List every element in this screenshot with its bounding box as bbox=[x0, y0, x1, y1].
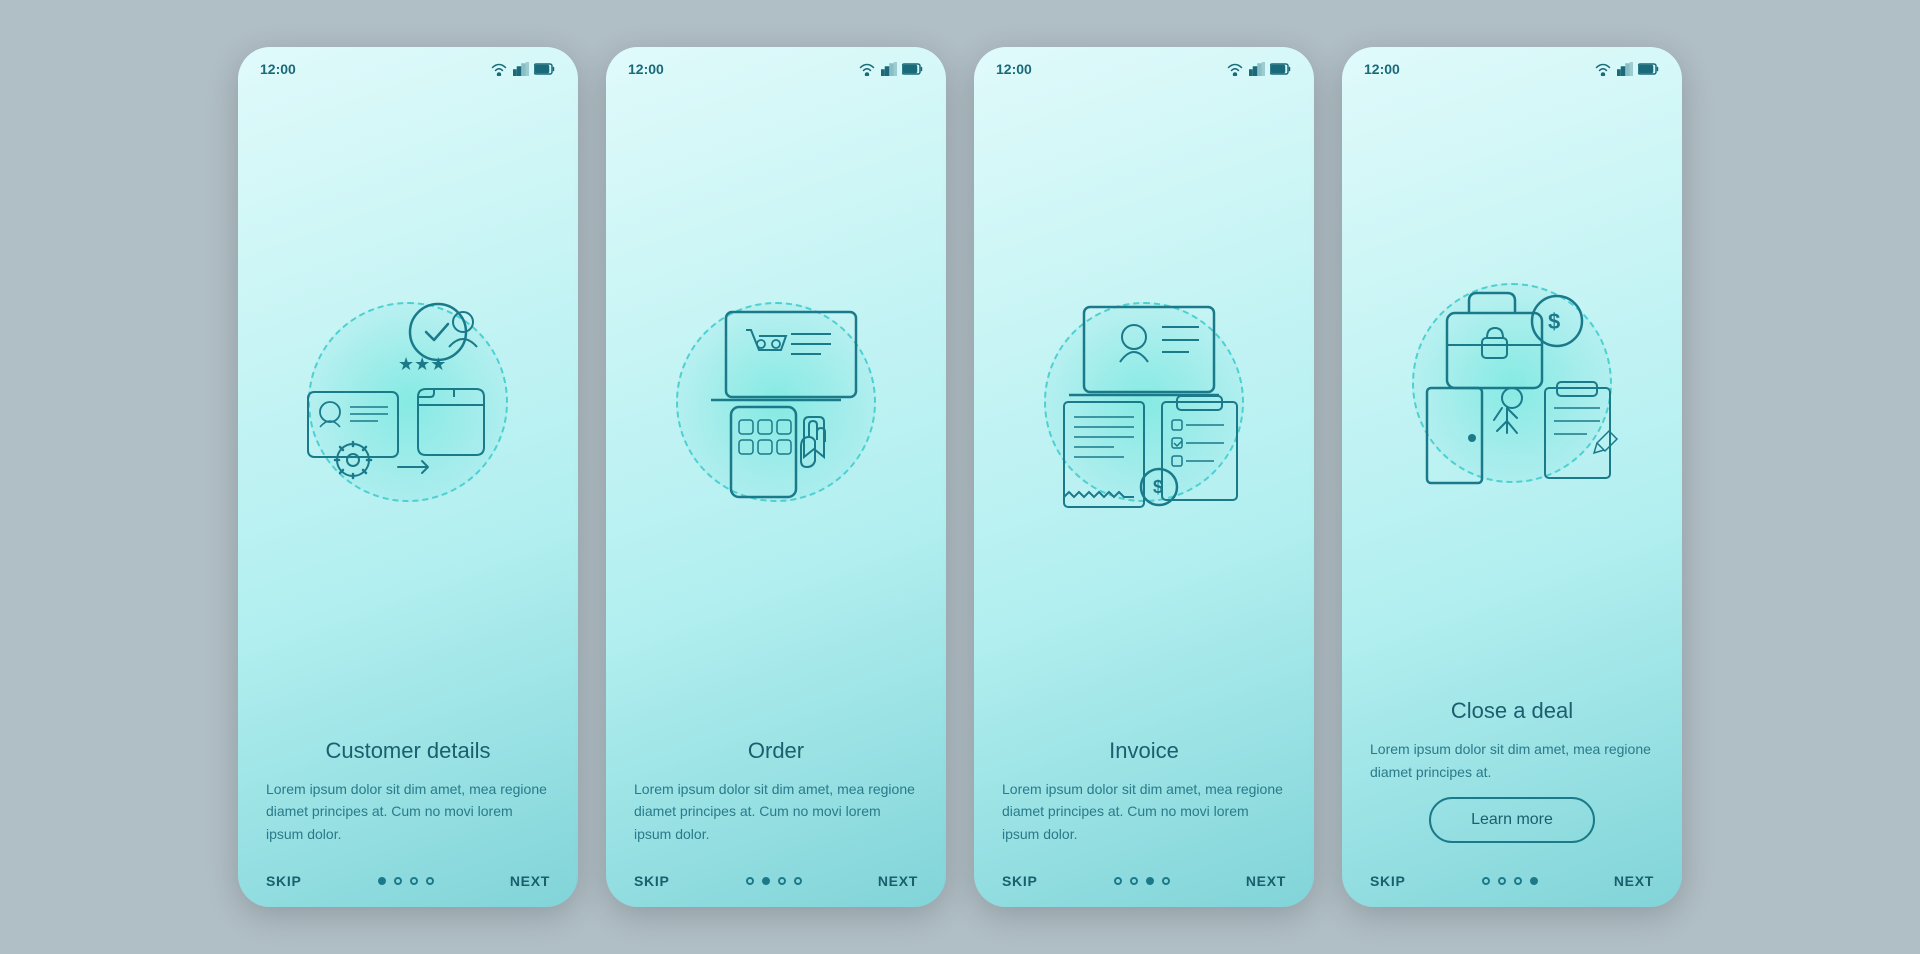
status-icons-4 bbox=[1594, 62, 1660, 76]
screen-title-3: Invoice bbox=[1002, 738, 1286, 764]
dot-2-4 bbox=[794, 877, 802, 885]
screen-close-deal: 12:00 bbox=[1342, 47, 1682, 907]
customer-details-illustration: ★★★ bbox=[278, 292, 538, 512]
signal-icon-2 bbox=[881, 62, 897, 76]
status-icons-3 bbox=[1226, 62, 1292, 76]
wifi-icon-2 bbox=[858, 62, 876, 76]
invoice-illustration: $ bbox=[1014, 292, 1274, 512]
nav-dots-1 bbox=[378, 877, 434, 885]
screen-title-2: Order bbox=[634, 738, 918, 764]
next-button-2[interactable]: NEXT bbox=[878, 873, 918, 889]
wifi-icon-3 bbox=[1226, 62, 1244, 76]
dot-1-3 bbox=[410, 877, 418, 885]
wifi-icon-4 bbox=[1594, 62, 1612, 76]
dot-4-3 bbox=[1514, 877, 1522, 885]
dot-3-3 bbox=[1146, 877, 1154, 885]
nav-bar-1: SKIP NEXT bbox=[238, 859, 578, 907]
order-illustration bbox=[646, 292, 906, 512]
skip-button-3[interactable]: SKIP bbox=[1002, 873, 1037, 889]
skip-button-4[interactable]: SKIP bbox=[1370, 873, 1405, 889]
illustration-3: $ bbox=[974, 83, 1314, 722]
dot-3-2 bbox=[1130, 877, 1138, 885]
screen-title-4: Close a deal bbox=[1370, 698, 1654, 724]
signal-icon-4 bbox=[1617, 62, 1633, 76]
wifi-icon bbox=[490, 62, 508, 76]
next-button-4[interactable]: NEXT bbox=[1614, 873, 1654, 889]
dot-1-2 bbox=[394, 877, 402, 885]
time-4: 12:00 bbox=[1364, 61, 1400, 77]
time-2: 12:00 bbox=[628, 61, 664, 77]
dot-2-3 bbox=[778, 877, 786, 885]
illustration-4: $ bbox=[1342, 83, 1682, 682]
battery-icon-4 bbox=[1638, 63, 1660, 75]
content-1: Customer details Lorem ipsum dolor sit d… bbox=[238, 722, 578, 859]
dot-3-1 bbox=[1114, 877, 1122, 885]
next-button-1[interactable]: NEXT bbox=[510, 873, 550, 889]
svg-text:★★★: ★★★ bbox=[398, 354, 446, 374]
screen-title-1: Customer details bbox=[266, 738, 550, 764]
status-icons-2 bbox=[858, 62, 924, 76]
dot-2-2 bbox=[762, 877, 770, 885]
nav-bar-2: SKIP NEXT bbox=[606, 859, 946, 907]
skip-button-2[interactable]: SKIP bbox=[634, 873, 669, 889]
status-bar-3: 12:00 bbox=[974, 47, 1314, 83]
screen-body-3: Lorem ipsum dolor sit dim amet, mea regi… bbox=[1002, 778, 1286, 845]
screen-body-2: Lorem ipsum dolor sit dim amet, mea regi… bbox=[634, 778, 918, 845]
screen-body-4: Lorem ipsum dolor sit dim amet, mea regi… bbox=[1370, 738, 1654, 783]
dot-2-1 bbox=[746, 877, 754, 885]
screen-invoice: 12:00 bbox=[974, 47, 1314, 907]
status-icons-1 bbox=[490, 62, 556, 76]
content-3: Invoice Lorem ipsum dolor sit dim amet, … bbox=[974, 722, 1314, 859]
illustration-1: ★★★ bbox=[238, 83, 578, 722]
time-3: 12:00 bbox=[996, 61, 1032, 77]
battery-icon bbox=[534, 63, 556, 75]
battery-icon-3 bbox=[1270, 63, 1292, 75]
content-4: Close a deal Lorem ipsum dolor sit dim a… bbox=[1342, 682, 1682, 859]
dot-3-4 bbox=[1162, 877, 1170, 885]
dot-4-4 bbox=[1530, 877, 1538, 885]
screens-container: 12:00 bbox=[238, 47, 1682, 907]
illustration-2 bbox=[606, 83, 946, 722]
nav-dots-4 bbox=[1482, 877, 1538, 885]
status-bar-2: 12:00 bbox=[606, 47, 946, 83]
dot-4-1 bbox=[1482, 877, 1490, 885]
status-bar-1: 12:00 bbox=[238, 47, 578, 83]
dot-1-4 bbox=[426, 877, 434, 885]
close-deal-illustration: $ bbox=[1382, 273, 1642, 493]
signal-icon bbox=[513, 62, 529, 76]
status-bar-4: 12:00 bbox=[1342, 47, 1682, 83]
nav-dots-2 bbox=[746, 877, 802, 885]
screen-order: 12:00 bbox=[606, 47, 946, 907]
dot-1-1 bbox=[378, 877, 386, 885]
svg-text:$: $ bbox=[1153, 477, 1163, 497]
nav-dots-3 bbox=[1114, 877, 1170, 885]
battery-icon-2 bbox=[902, 63, 924, 75]
signal-icon-3 bbox=[1249, 62, 1265, 76]
dot-4-2 bbox=[1498, 877, 1506, 885]
learn-more-button[interactable]: Learn more bbox=[1429, 797, 1595, 843]
skip-button-1[interactable]: SKIP bbox=[266, 873, 301, 889]
next-button-3[interactable]: NEXT bbox=[1246, 873, 1286, 889]
time-1: 12:00 bbox=[260, 61, 296, 77]
svg-text:$: $ bbox=[1548, 309, 1560, 334]
nav-bar-3: SKIP NEXT bbox=[974, 859, 1314, 907]
nav-bar-4: SKIP NEXT bbox=[1342, 859, 1682, 907]
content-2: Order Lorem ipsum dolor sit dim amet, me… bbox=[606, 722, 946, 859]
screen-body-1: Lorem ipsum dolor sit dim amet, mea regi… bbox=[266, 778, 550, 845]
screen-customer-details: 12:00 bbox=[238, 47, 578, 907]
